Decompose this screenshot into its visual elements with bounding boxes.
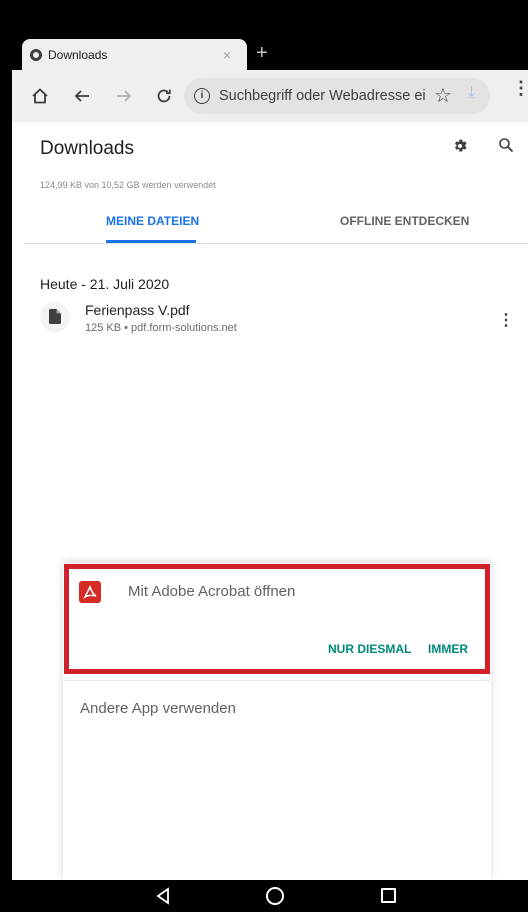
browser-tab[interactable]: Downloads × bbox=[22, 39, 247, 70]
reload-icon[interactable] bbox=[146, 78, 182, 114]
forward-arrow-icon[interactable] bbox=[106, 78, 142, 114]
status-bar bbox=[0, 0, 528, 39]
open-with-acrobat-label[interactable]: Mit Adobe Acrobat öffnen bbox=[128, 583, 295, 600]
adobe-acrobat-icon bbox=[79, 581, 101, 603]
browser-toolbar: i Suchbegriff oder Webadresse ei ☆ ⤓ ⋮ bbox=[12, 70, 528, 122]
tab-title: Downloads bbox=[48, 47, 108, 62]
file-icon bbox=[40, 302, 70, 332]
omnibox[interactable]: i Suchbegriff oder Webadresse ei ☆ ⤓ bbox=[184, 78, 490, 114]
gear-icon[interactable] bbox=[451, 137, 469, 160]
new-tab-button[interactable]: + bbox=[256, 42, 268, 65]
more-vert-icon[interactable]: ⋮ bbox=[512, 78, 528, 99]
search-icon[interactable] bbox=[498, 137, 514, 158]
active-tab-indicator bbox=[106, 240, 196, 243]
nav-recents-icon[interactable] bbox=[381, 888, 396, 903]
tab-offline-entdecken[interactable]: OFFLINE ENTDECKEN bbox=[340, 214, 469, 228]
file-meta: 125 KB • pdf.form-solutions.net bbox=[85, 322, 237, 334]
just-once-button[interactable]: NUR DIESMAL bbox=[328, 642, 411, 656]
info-icon[interactable]: i bbox=[194, 88, 210, 104]
list-item[interactable]: Ferienpass V.pdf 125 KB • pdf.form-solut… bbox=[40, 300, 528, 344]
nav-home-icon[interactable] bbox=[266, 887, 284, 905]
other-app-option[interactable]: Andere App verwenden bbox=[80, 700, 236, 717]
downloads-header: Downloads bbox=[12, 122, 528, 174]
download-icon[interactable]: ⤓ bbox=[468, 84, 475, 102]
nav-back-icon[interactable] bbox=[155, 887, 171, 910]
screen-bezel bbox=[0, 0, 12, 912]
highlight-frame bbox=[64, 564, 490, 674]
storage-usage-text: 124,99 KB von 10,52 GB werden verwendet bbox=[40, 180, 216, 190]
tab-meine-dateien[interactable]: MEINE DATEIEN bbox=[106, 214, 199, 228]
page-title: Downloads bbox=[40, 138, 134, 159]
divider bbox=[64, 680, 490, 681]
screen: Downloads × + i Suchbegriff oder Webadre… bbox=[0, 0, 528, 912]
item-more-icon[interactable]: ⋮ bbox=[498, 310, 514, 330]
tab-strip: Downloads × + bbox=[12, 39, 528, 70]
file-name: Ferienpass V.pdf bbox=[85, 302, 190, 318]
omnibox-placeholder[interactable]: Suchbegriff oder Webadresse ei bbox=[219, 88, 439, 104]
navigation-bar bbox=[0, 880, 528, 912]
date-header: Heute - 21. Juli 2020 bbox=[40, 276, 170, 292]
home-icon[interactable] bbox=[22, 78, 58, 114]
star-icon[interactable]: ☆ bbox=[434, 83, 452, 108]
close-tab-icon[interactable]: × bbox=[217, 47, 237, 63]
chrome-favicon-icon bbox=[30, 48, 42, 61]
always-button[interactable]: IMMER bbox=[428, 642, 468, 656]
back-arrow-icon[interactable] bbox=[64, 78, 100, 114]
downloads-tabs: MEINE DATEIEN OFFLINE ENTDECKEN bbox=[24, 204, 528, 244]
